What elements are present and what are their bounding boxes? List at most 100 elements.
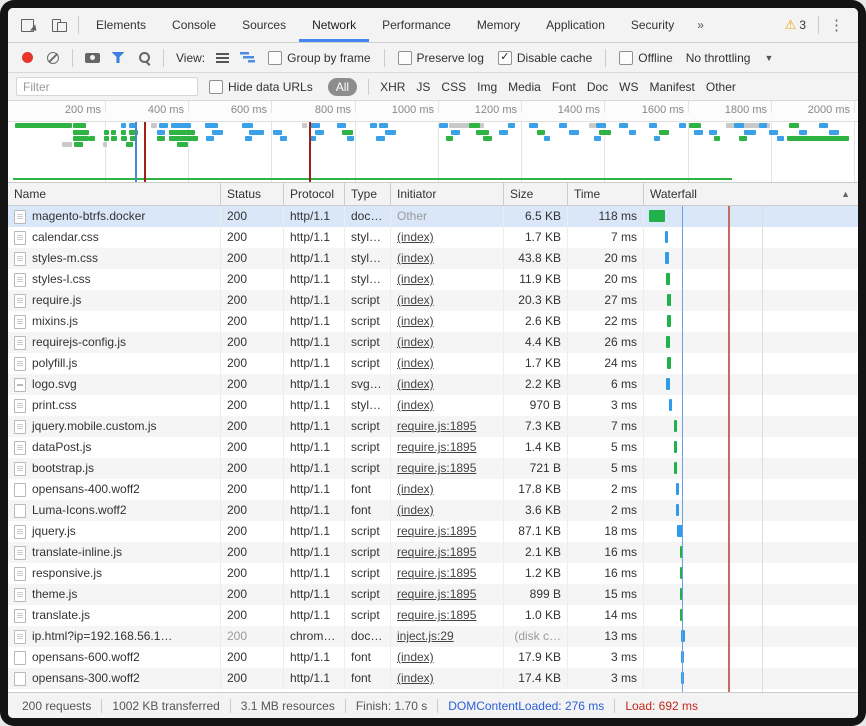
tab-sources[interactable]: Sources: [229, 8, 299, 42]
tab-elements[interactable]: Elements: [83, 8, 159, 42]
column-header-time[interactable]: Time: [568, 183, 644, 205]
cell-initiator-link[interactable]: (index): [391, 269, 504, 290]
tab-performance[interactable]: Performance: [369, 8, 464, 42]
request-name: logo.svg: [32, 374, 77, 395]
table-row[interactable]: magento-btrfs.docker200http/1.1doc…Other…: [8, 206, 858, 227]
overview-request-bar: [121, 136, 127, 141]
cell-initiator-link[interactable]: (index): [391, 248, 504, 269]
filter-toggle-icon[interactable]: [107, 48, 129, 68]
throttling-select[interactable]: No throttling ▼: [686, 51, 774, 65]
cell-initiator-link[interactable]: (index): [391, 479, 504, 500]
network-overview[interactable]: [8, 122, 858, 183]
table-row[interactable]: bootstrap.js200http/1.1scriptrequire.js:…: [8, 458, 858, 479]
clear-button[interactable]: [42, 48, 64, 68]
filter-pill-css[interactable]: CSS: [441, 80, 466, 94]
console-warnings-badge[interactable]: ⚠ 3: [777, 17, 814, 33]
table-row[interactable]: polyfill.js200http/1.1script(index)1.7 K…: [8, 353, 858, 374]
table-row[interactable]: print.css200http/1.1styl…(index)970 B3 m…: [8, 395, 858, 416]
table-row[interactable]: opensans-300.woff2200http/1.1font(index)…: [8, 668, 858, 689]
table-row[interactable]: translate.js200http/1.1scriptrequire.js:…: [8, 605, 858, 626]
cell-initiator-link[interactable]: require.js:1895: [391, 584, 504, 605]
disable-cache-checkbox[interactable]: ✓Disable cache: [498, 51, 592, 65]
filter-pill-media[interactable]: Media: [508, 80, 541, 94]
table-row[interactable]: ip.html?ip=192.168.56.1…200chrom…doc…inj…: [8, 626, 858, 647]
filter-pill-manifest[interactable]: Manifest: [650, 80, 695, 94]
preserve-log-checkbox[interactable]: Preserve log: [398, 51, 484, 65]
overview-view-icon[interactable]: [237, 48, 259, 68]
tab-security[interactable]: Security: [618, 8, 687, 42]
column-header-status[interactable]: Status: [221, 183, 284, 205]
cell-status: 200: [221, 605, 284, 626]
table-row[interactable]: require.js200http/1.1script(index)20.3 K…: [8, 290, 858, 311]
cell-initiator-link[interactable]: require.js:1895: [391, 458, 504, 479]
overview-request-bar: [451, 130, 460, 135]
record-button[interactable]: [16, 48, 38, 68]
table-row[interactable]: responsive.js200http/1.1scriptrequire.js…: [8, 563, 858, 584]
cell-initiator-link[interactable]: require.js:1895: [391, 605, 504, 626]
cell-initiator-link[interactable]: (index): [391, 668, 504, 689]
cell-initiator-link[interactable]: require.js:1895: [391, 437, 504, 458]
table-row[interactable]: mixins.js200http/1.1script(index)2.6 KB2…: [8, 311, 858, 332]
hide-data-urls-checkbox[interactable]: Hide data URLs: [209, 80, 313, 94]
table-row[interactable]: theme.js200http/1.1scriptrequire.js:1895…: [8, 584, 858, 605]
cell-initiator-link[interactable]: (index): [391, 374, 504, 395]
filter-pill-xhr[interactable]: XHR: [380, 80, 405, 94]
more-tabs-button[interactable]: »: [687, 18, 714, 32]
filter-pill-doc[interactable]: Doc: [587, 80, 608, 94]
cell-time: 5 ms: [568, 458, 644, 479]
column-header-waterfall[interactable]: Waterfall▲: [644, 183, 856, 205]
cell-initiator-link[interactable]: (index): [391, 353, 504, 374]
tab-network[interactable]: Network: [299, 8, 369, 42]
filter-pill-js[interactable]: JS: [416, 80, 430, 94]
cell-initiator-link[interactable]: (index): [391, 227, 504, 248]
table-row[interactable]: translate-inline.js200http/1.1scriptrequ…: [8, 542, 858, 563]
chevron-down-icon: ▼: [764, 53, 773, 63]
device-toolbar-icon[interactable]: [50, 17, 68, 33]
table-row[interactable]: styles-m.css200http/1.1styl…(index)43.8 …: [8, 248, 858, 269]
cell-initiator-link[interactable]: require.js:1895: [391, 563, 504, 584]
table-row[interactable]: jquery.mobile.custom.js200http/1.1script…: [8, 416, 858, 437]
table-row[interactable]: dataPost.js200http/1.1scriptrequire.js:1…: [8, 437, 858, 458]
column-header-type[interactable]: Type: [345, 183, 391, 205]
request-name: dataPost.js: [32, 437, 91, 458]
cell-initiator-link[interactable]: require.js:1895: [391, 416, 504, 437]
cell-initiator-link[interactable]: require.js:1895: [391, 521, 504, 542]
filter-input[interactable]: [16, 77, 198, 96]
screenshot-capture-icon[interactable]: [81, 48, 103, 68]
table-row[interactable]: opensans-600.woff2200http/1.1font(index)…: [8, 647, 858, 668]
filter-pill-all[interactable]: All: [328, 78, 357, 96]
table-row[interactable]: calendar.css200http/1.1styl…(index)1.7 K…: [8, 227, 858, 248]
cell-initiator-link[interactable]: (index): [391, 332, 504, 353]
cell-initiator-link[interactable]: (index): [391, 395, 504, 416]
filter-pill-font[interactable]: Font: [552, 80, 576, 94]
search-icon[interactable]: [133, 48, 155, 68]
table-row[interactable]: jquery.js200http/1.1scriptrequire.js:189…: [8, 521, 858, 542]
cell-initiator-link[interactable]: inject.js:29: [391, 626, 504, 647]
table-row[interactable]: requirejs-config.js200http/1.1script(ind…: [8, 332, 858, 353]
filter-pill-ws[interactable]: WS: [619, 80, 638, 94]
filter-pill-img[interactable]: Img: [477, 80, 497, 94]
table-row[interactable]: Luma-Icons.woff2200http/1.1font(index)3.…: [8, 500, 858, 521]
cell-initiator-link[interactable]: (index): [391, 290, 504, 311]
group-by-frame-checkbox[interactable]: Group by frame: [268, 51, 370, 65]
cell-size: 3.6 KB: [504, 500, 568, 521]
table-row[interactable]: styles-l.css200http/1.1styl…(index)11.9 …: [8, 269, 858, 290]
inspect-element-icon[interactable]: [20, 17, 38, 33]
offline-checkbox[interactable]: Offline: [619, 51, 672, 65]
kebab-menu-icon[interactable]: ⋮: [823, 16, 852, 34]
cell-initiator-link[interactable]: (index): [391, 500, 504, 521]
cell-initiator-link[interactable]: (index): [391, 647, 504, 668]
tab-console[interactable]: Console: [159, 8, 229, 42]
filter-pill-other[interactable]: Other: [706, 80, 736, 94]
list-view-icon[interactable]: [211, 48, 233, 68]
cell-initiator-link[interactable]: (index): [391, 311, 504, 332]
table-row[interactable]: logo.svg200http/1.1svg…(index)2.2 KB6 ms: [8, 374, 858, 395]
tab-memory[interactable]: Memory: [464, 8, 533, 42]
table-row[interactable]: opensans-400.woff2200http/1.1font(index)…: [8, 479, 858, 500]
cell-initiator-link[interactable]: require.js:1895: [391, 542, 504, 563]
column-header-size[interactable]: Size: [504, 183, 568, 205]
column-header-name[interactable]: Name: [8, 183, 221, 205]
tab-application[interactable]: Application: [533, 8, 618, 42]
column-header-protocol[interactable]: Protocol: [284, 183, 345, 205]
column-header-initiator[interactable]: Initiator: [391, 183, 504, 205]
